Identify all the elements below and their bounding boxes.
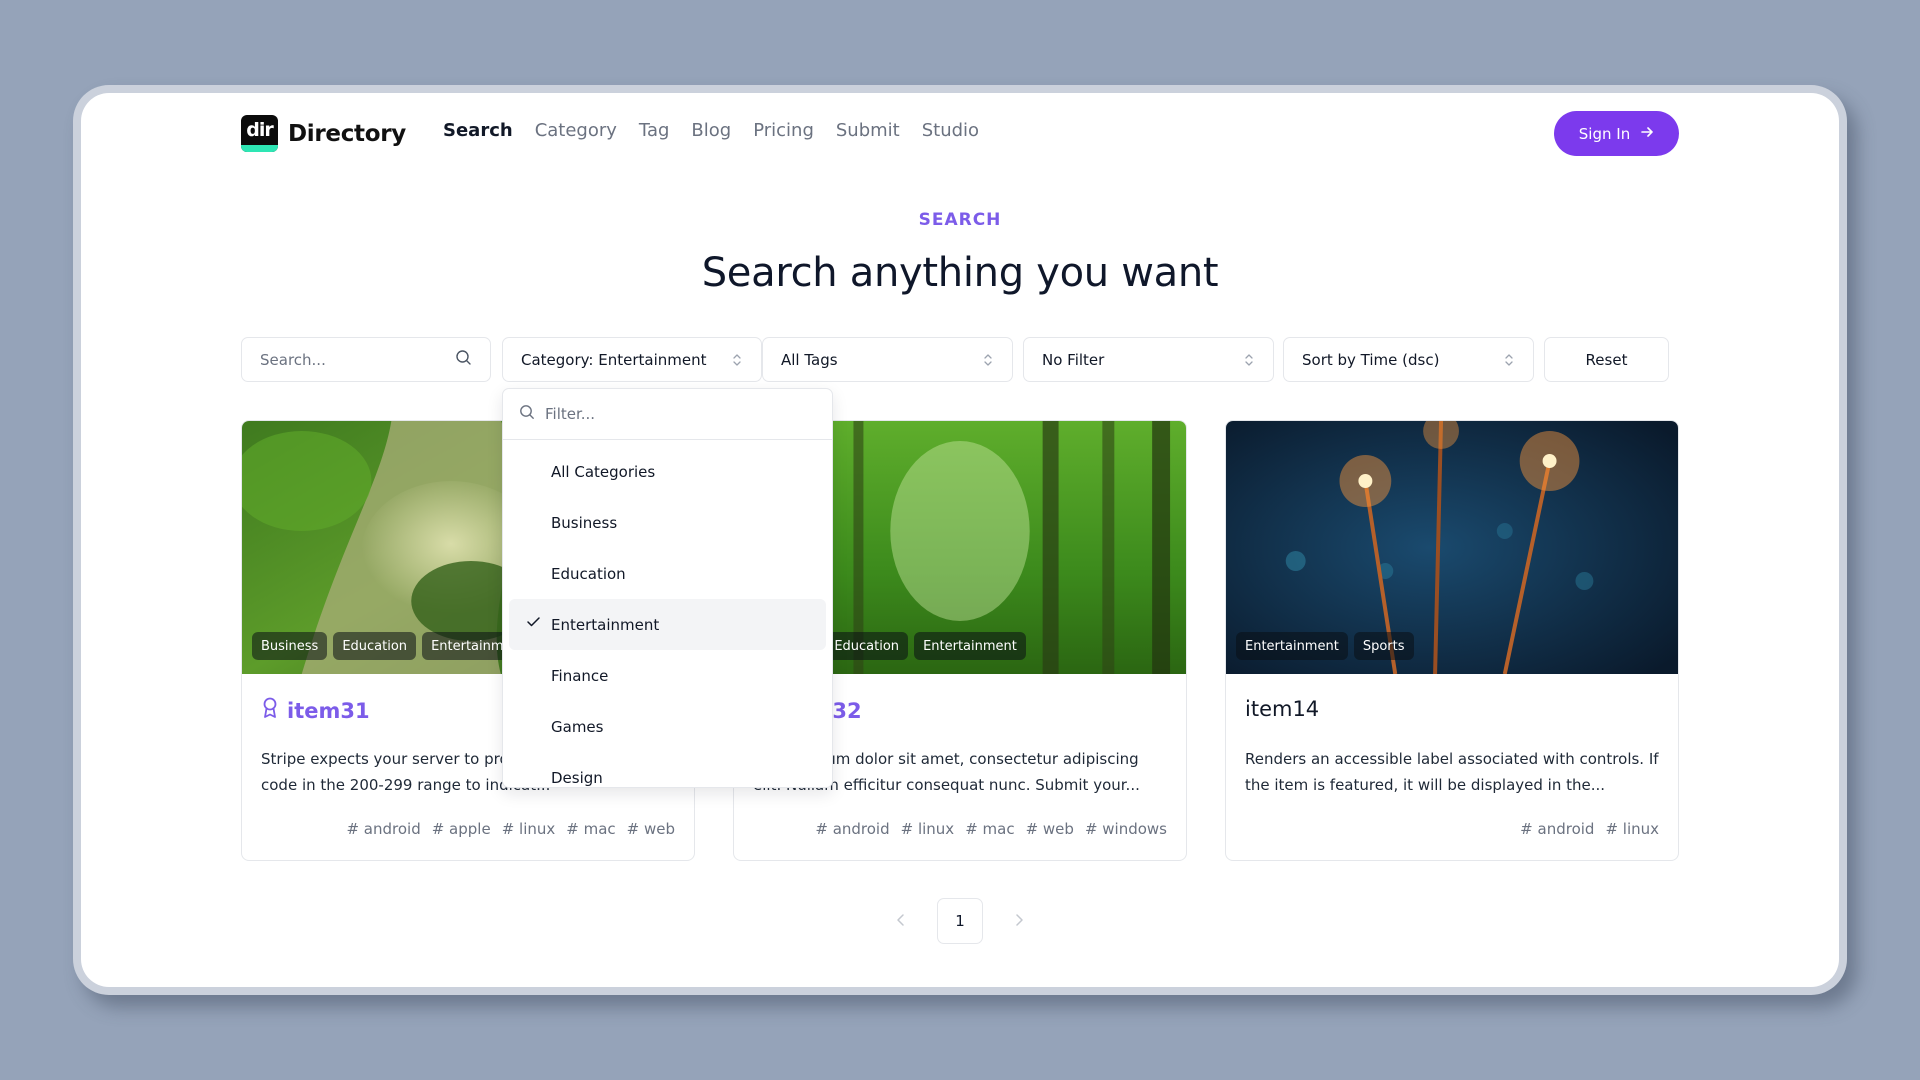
card-description: Renders an accessible label associated w… [1245,750,1659,794]
card-title-text: item31 [287,698,370,723]
category-badge[interactable]: Education [825,632,909,660]
option-label: Games [551,717,604,736]
sign-in-label: Sign In [1578,124,1631,143]
card-title-text: item14 [1245,697,1320,721]
option-label: Education [551,564,626,583]
nav-search[interactable]: Search [443,120,513,141]
filter-select-value: No Filter [1042,350,1105,369]
browser-frame: dir Directory Search Category Tag Blog P… [73,85,1847,995]
dropdown-option[interactable]: All Categories [509,446,826,497]
dropdown-option[interactable]: Design [509,752,826,787]
pagination: 1 [81,898,1839,944]
tag-link[interactable]: # web [1026,820,1074,838]
chevron-left-icon[interactable] [893,912,909,931]
category-select[interactable]: Category: Entertainment [502,337,762,382]
search-icon [455,349,472,370]
tag-link[interactable]: # android [1520,820,1594,838]
card-title[interactable]: item14 [1245,697,1319,721]
nav-submit[interactable]: Submit [836,120,900,141]
reset-label: Reset [1585,350,1628,369]
option-label: Entertainment [551,615,660,634]
dropdown-option[interactable]: Games [509,701,826,752]
option-label: Business [551,513,618,532]
nav-category[interactable]: Category [535,120,617,141]
sort-select[interactable]: Sort by Time (dsc) [1283,337,1534,382]
logo-mark: dir [241,115,278,152]
dropdown-option[interactable]: Business [509,497,826,548]
category-dropdown: Filter... All Categories Business Educat… [502,388,833,788]
section-eyebrow: SEARCH [918,210,1002,230]
nav-tag[interactable]: Tag [639,120,669,141]
sort-select-value: Sort by Time (dsc) [1302,350,1440,369]
option-label: All Categories [551,462,656,481]
dropdown-option[interactable]: Education [509,548,826,599]
filter-select[interactable]: No Filter [1023,337,1274,382]
nav-pricing[interactable]: Pricing [753,120,814,141]
dropdown-option[interactable]: Finance [509,650,826,701]
card-tags: # android # apple # linux # mac # web [346,820,675,838]
category-badge[interactable]: Sports [1353,632,1414,660]
tag-link[interactable]: # linux [1605,820,1659,838]
tags-select-value: All Tags [781,350,838,369]
category-badge[interactable]: Entertainment [1236,632,1348,660]
category-select-value: Category: Entertainment [521,350,707,369]
tag-link[interactable]: # apple [432,820,491,838]
card-tags: # android # linux # mac # web # windows [815,820,1167,838]
option-label: Design [551,768,603,787]
nav-blog[interactable]: Blog [691,120,731,141]
dropdown-options: All Categories Business Education Entert… [503,440,832,787]
brand-name: Directory [288,120,406,147]
option-label: Finance [551,666,609,685]
search-placeholder: Search... [260,350,326,369]
tag-link[interactable]: # linux [502,820,556,838]
card-categories: Business Education Entertainment [252,632,534,660]
category-badge[interactable]: Entertainment [914,632,1026,660]
category-badge[interactable]: Business [252,632,328,660]
tag-link[interactable]: # mac [965,820,1014,838]
item-card[interactable]: Entertainment Sports item14 Renders an a… [1225,420,1679,861]
dropdown-filter-input[interactable]: Filter... [503,389,832,440]
tag-link[interactable]: # linux [901,820,955,838]
tag-link[interactable]: # android [815,820,889,838]
tag-link[interactable]: # android [346,820,420,838]
page: dir Directory Search Category Tag Blog P… [81,93,1839,987]
main-nav: Search Category Tag Blog Pricing Submit … [443,120,979,141]
sign-in-button[interactable]: Sign In [1554,111,1679,156]
dropdown-filter-placeholder: Filter... [545,405,596,423]
logo-strip [241,145,278,152]
card-categories: Entertainment Sports [1236,632,1414,660]
tags-select[interactable]: All Tags [762,337,1013,382]
nav-studio[interactable]: Studio [922,120,979,141]
chevron-up-down-icon [982,352,994,368]
tag-link[interactable]: # web [627,820,675,838]
page-title: Search anything you want [701,250,1219,296]
search-icon [519,404,535,424]
search-input[interactable]: Search... [241,337,491,382]
category-badge[interactable]: Education [333,632,417,660]
tag-link[interactable]: # mac [566,820,615,838]
arrow-right-icon [1640,125,1654,143]
chevron-right-icon[interactable] [1011,912,1027,931]
card-title[interactable]: item31 [261,697,370,724]
chevron-up-down-icon [1243,352,1255,368]
dropdown-option-selected[interactable]: Entertainment [509,599,826,650]
page-button-current[interactable]: 1 [937,898,983,944]
check-icon [526,614,541,633]
chevron-up-down-icon [1503,352,1515,368]
card-tags: # android # linux [1520,820,1659,838]
reset-button[interactable]: Reset [1544,337,1669,382]
award-icon [261,697,279,724]
logo[interactable]: dir Directory [241,115,406,152]
tag-link[interactable]: # windows [1085,820,1167,838]
chevron-up-down-icon [731,352,743,368]
